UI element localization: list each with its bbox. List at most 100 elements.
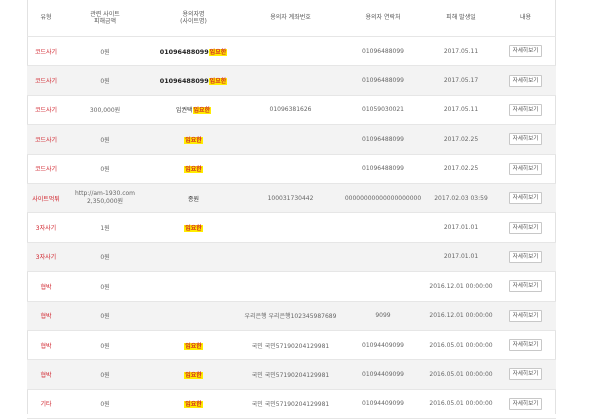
header-contact: 용의자 연락처 bbox=[339, 0, 427, 37]
site-url: http://am-1930.com bbox=[74, 190, 136, 198]
detail-cell: 자세히보기 bbox=[495, 124, 556, 155]
suspect-highlight-name: 임요한 bbox=[184, 136, 203, 144]
site-amount: 0원 bbox=[100, 254, 110, 262]
fraud-type: 코드사기 bbox=[27, 65, 65, 96]
detail-button[interactable]: 자세히보기 bbox=[508, 221, 543, 234]
detail-button[interactable]: 자세히보기 bbox=[508, 280, 543, 293]
suspect-cell bbox=[145, 271, 242, 302]
incident-date: 2016.05.01 00:00:00 bbox=[427, 389, 495, 419]
suspect-highlight-name: 임요한 bbox=[184, 371, 203, 379]
site-cell: 0원 bbox=[65, 154, 145, 184]
account-number: 국민 국민57190204129981 bbox=[242, 389, 339, 419]
site-amount: 1원 bbox=[100, 225, 110, 233]
fraud-type: 코드사기 bbox=[27, 36, 65, 67]
contact-number: 00000000000000000000 bbox=[339, 183, 427, 214]
header-detail: 내용 bbox=[495, 0, 556, 37]
detail-button[interactable]: 자세히보기 bbox=[508, 309, 543, 322]
detail-button[interactable]: 자세히보기 bbox=[508, 192, 543, 205]
account-number: 01096381626 bbox=[242, 95, 339, 126]
table-row: 코드사기 0원 임요한 01096488099 2017.02.25 자세히보기 bbox=[27, 124, 556, 155]
suspect-highlight-name: 임요한 bbox=[184, 342, 203, 350]
suspect-name: 종원 bbox=[187, 195, 200, 203]
detail-cell: 자세히보기 bbox=[495, 36, 556, 67]
site-amount: 0원 bbox=[100, 342, 110, 350]
detail-cell: 자세히보기 bbox=[495, 95, 556, 126]
fraud-type: 기타 bbox=[27, 389, 65, 419]
table-row: 코드사기 0원 01096488099임요한 01096488099 2017.05.1… bbox=[27, 36, 556, 67]
detail-cell: 자세히보기 bbox=[495, 242, 556, 273]
account-number bbox=[242, 242, 339, 273]
fraud-type: 협박 bbox=[27, 301, 65, 331]
contact-number: 01096488099 bbox=[339, 36, 427, 67]
suspect-cell: 01096488099임요한 bbox=[145, 36, 242, 67]
contact-number: 01096488099 bbox=[339, 65, 427, 96]
incident-date: 2016.05.01 00:00:00 bbox=[427, 359, 495, 390]
detail-button[interactable]: 자세히보기 bbox=[508, 368, 543, 381]
table-header-row: 유형 관련 사이트 피해금액 용의자명 (사이트명) 용의자 계좌번호 용의자 … bbox=[27, 0, 556, 37]
account-number bbox=[242, 271, 339, 302]
contact-number: 01094409099 bbox=[339, 389, 427, 419]
site-cell: 0원 bbox=[65, 36, 145, 67]
header-account: 용의자 계좌번호 bbox=[242, 0, 339, 37]
account-number bbox=[242, 212, 339, 243]
suspect-cell: 임요한 bbox=[145, 124, 242, 155]
header-site-line1: 관련 사이트 bbox=[90, 10, 120, 18]
contact-number: 01096488099 bbox=[339, 154, 427, 184]
site-cell: 0원 bbox=[65, 124, 145, 155]
suspect-cell: 임권택임요한 bbox=[145, 95, 242, 126]
account-number bbox=[242, 65, 339, 96]
detail-button[interactable]: 자세히보기 bbox=[508, 339, 543, 352]
table-row: 3자사기 0원 2017.01.01 자세히보기 bbox=[27, 242, 556, 273]
site-amount: 0원 bbox=[100, 283, 110, 291]
detail-button[interactable]: 자세히보기 bbox=[508, 133, 543, 146]
suspect-cell bbox=[145, 301, 242, 331]
incident-date: 2017.02.25 bbox=[427, 154, 495, 184]
table-row: 협박 0원 임요한 국민 국민57190204129981 01094409099 201… bbox=[27, 359, 556, 390]
fraud-type: 협박 bbox=[27, 330, 65, 361]
detail-button[interactable]: 자세히보기 bbox=[508, 250, 543, 263]
detail-cell: 자세히보기 bbox=[495, 271, 556, 302]
header-site-amount: 관련 사이트 피해금액 bbox=[65, 0, 145, 37]
account-number bbox=[242, 124, 339, 155]
fraud-type: 3자사기 bbox=[27, 212, 65, 243]
site-amount: 0원 bbox=[100, 136, 110, 144]
header-suspect-line1: 용의자명 bbox=[182, 10, 205, 18]
header-site-line2: 피해금액 bbox=[93, 18, 117, 25]
header-date: 피해 발생일 bbox=[427, 0, 495, 37]
site-cell: 300,000원 bbox=[65, 95, 145, 126]
table-row: 코드사기 0원 임요한 01096488099 2017.02.25 자세히보기 bbox=[27, 154, 556, 184]
detail-cell: 자세히보기 bbox=[495, 301, 556, 331]
detail-button[interactable]: 자세히보기 bbox=[508, 162, 543, 175]
fraud-type: 코드사기 bbox=[27, 154, 65, 184]
account-number: 우리은행 우리은행102345987689 bbox=[242, 301, 339, 331]
fraud-report-table-container: 유형 관련 사이트 피해금액 용의자명 (사이트명) 용의자 계좌번호 용의자 … bbox=[27, 0, 556, 419]
detail-cell: 자세히보기 bbox=[495, 65, 556, 96]
account-number bbox=[242, 36, 339, 67]
detail-button[interactable]: 자세히보기 bbox=[508, 103, 543, 116]
table-row: 3자사기 1원 임요한 2017.01.01 자세히보기 bbox=[27, 212, 556, 243]
suspect-highlight-name: 임요한 bbox=[208, 48, 228, 56]
suspect-name: 임권택 bbox=[175, 107, 193, 115]
site-amount: 0원 bbox=[100, 166, 110, 174]
incident-date: 2017.05.11 bbox=[427, 36, 495, 67]
table-row: 코드사기 300,000원 임권택임요한 01096381626 01059030021… bbox=[27, 95, 556, 126]
site-cell: 0원 bbox=[65, 242, 145, 273]
table-row: 사이트먹튀 http://am-1930.com 2,350,000원 종원 10003… bbox=[27, 183, 556, 214]
fraud-type: 코드사기 bbox=[27, 124, 65, 155]
incident-date: 2016.12.01 00:00:00 bbox=[427, 271, 495, 302]
table-row: 기타 0원 임요한 국민 국민57190204129981 01094409099 201… bbox=[27, 389, 556, 419]
suspect-name: 01096488099 bbox=[159, 77, 209, 86]
site-cell: http://am-1930.com 2,350,000원 bbox=[65, 183, 145, 214]
site-amount: 0원 bbox=[100, 371, 110, 379]
suspect-highlight-name: 임요한 bbox=[184, 225, 203, 233]
account-number: 100031730442 bbox=[242, 183, 339, 214]
detail-cell: 자세히보기 bbox=[495, 212, 556, 243]
suspect-cell: 임요한 bbox=[145, 330, 242, 361]
account-number: 국민 국민57190204129981 bbox=[242, 330, 339, 361]
incident-date: 2017.02.03 03:59 bbox=[427, 183, 495, 214]
suspect-cell: 임요한 bbox=[145, 154, 242, 184]
account-number bbox=[242, 154, 339, 184]
detail-button[interactable]: 자세히보기 bbox=[508, 45, 543, 58]
detail-button[interactable]: 자세히보기 bbox=[508, 74, 543, 87]
detail-button[interactable]: 자세히보기 bbox=[508, 397, 543, 410]
